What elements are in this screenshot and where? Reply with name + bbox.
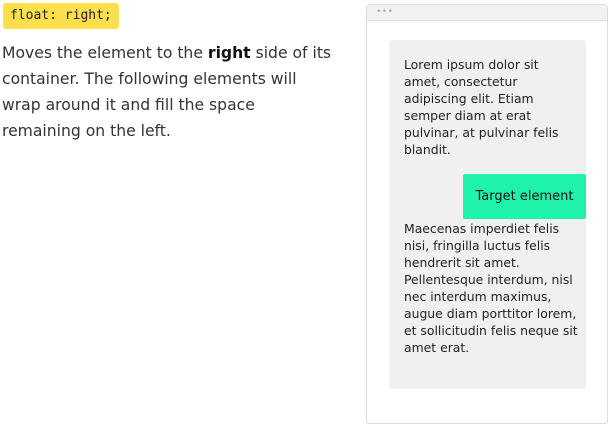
window-dots-icon: •••	[376, 7, 394, 17]
demo-paragraph-2: Maecenas imperdiet felis nisi, fringilla…	[404, 221, 578, 355]
demo-paragraph-1: Lorem ipsum dolor sit amet, consectetur …	[404, 57, 559, 157]
window-title-bar: •••	[367, 5, 607, 21]
description-text-before: Moves the element to the	[2, 44, 208, 62]
description: Moves the element to the right side of i…	[2, 40, 332, 144]
description-emphasis: right	[207, 44, 251, 62]
demo-container: Lorem ipsum dolor sit amet, consectetur …	[389, 40, 586, 389]
target-element: Target element	[463, 174, 586, 219]
demo-window: ••• Lorem ipsum dolor sit amet, consecte…	[366, 4, 608, 424]
code-label: float: right;	[3, 3, 119, 29]
